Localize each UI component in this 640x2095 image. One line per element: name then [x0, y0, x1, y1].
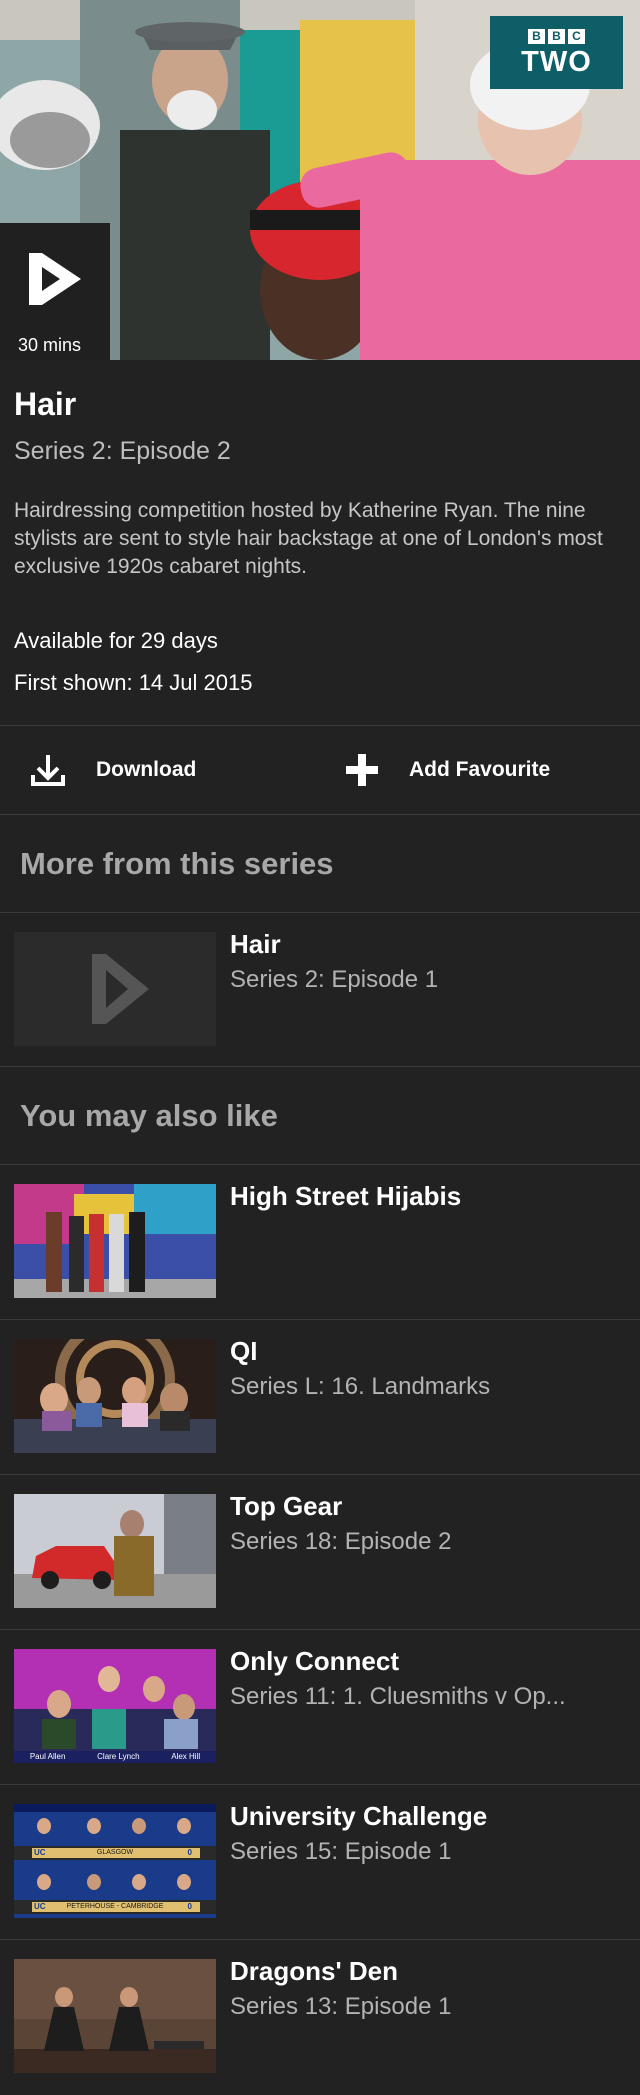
- team-score: 0: [187, 1902, 192, 1911]
- programme-thumbnail: UC GLASGOW 0 UC PETERHOUSE - CAMBRIDGE 0: [14, 1804, 216, 1918]
- list-item[interactable]: UC GLASGOW 0 UC PETERHOUSE - CAMBRIDGE 0…: [0, 1785, 640, 1940]
- episode-title: Hair: [14, 386, 77, 422]
- item-title: University Challenge: [230, 1801, 488, 1831]
- section-heading-more-from-series: More from this series: [0, 815, 640, 913]
- item-title: QI: [230, 1336, 258, 1366]
- item-title: Top Gear: [230, 1491, 343, 1521]
- programme-thumbnail: [14, 1339, 216, 1453]
- list-item[interactable]: QI Series L: 16. Landmarks: [0, 1320, 640, 1475]
- channel-name: TWO: [521, 46, 592, 78]
- episode-details: Hair Series 2: Episode 2 Hairdressing co…: [0, 360, 640, 726]
- item-title: Dragons' Den: [230, 1956, 398, 1986]
- hero-image[interactable]: B B C TWO 30 mins: [0, 0, 640, 360]
- duration-label: 30 mins: [18, 335, 82, 355]
- section-heading-you-may-also-like: You may also like: [0, 1067, 640, 1165]
- item-title: High Street Hijabis: [230, 1181, 462, 1211]
- list-item[interactable]: Dragons' Den Series 13: Episode 1: [0, 1940, 640, 2095]
- team-score: 0: [187, 1848, 192, 1857]
- episode-subtitle: Series 2: Episode 2: [14, 437, 231, 465]
- item-subtitle: Series 18: Episode 2: [230, 1528, 452, 1555]
- availability-text: Available for 29 days: [14, 628, 218, 653]
- download-icon: [31, 755, 65, 786]
- first-shown-text: First shown: 14 Jul 2015: [14, 670, 253, 695]
- item-title: Only Connect: [230, 1646, 400, 1676]
- iplayer-play-icon: [29, 253, 81, 305]
- channel-logo-bbc-two: B B C TWO: [490, 16, 623, 89]
- item-subtitle: Series 15: Episode 1: [230, 1838, 452, 1865]
- contestant-name: Clare Lynch: [97, 1752, 140, 1761]
- episode-thumbnail-placeholder: [14, 932, 216, 1046]
- iplayer-placeholder-icon: [92, 954, 149, 1024]
- team-name: GLASGOW: [96, 1849, 134, 1856]
- list-item[interactable]: High Street Hijabis: [0, 1165, 640, 1320]
- bbc-logo: B B C: [528, 29, 585, 44]
- programme-thumbnail: [14, 1494, 216, 1608]
- item-subtitle: Series 2: Episode 1: [230, 966, 439, 993]
- list-item[interactable]: Hair Series 2: Episode 1: [0, 913, 640, 1067]
- item-title: Hair: [230, 929, 281, 959]
- plus-icon: [346, 754, 378, 786]
- item-subtitle: Series 11: 1. Cluesmiths v Op...: [230, 1683, 566, 1710]
- download-label: Download: [96, 758, 197, 781]
- bbc-block: B: [548, 29, 565, 44]
- action-bar: Download Add Favourite: [0, 726, 640, 815]
- add-favourite-button[interactable]: Add Favourite: [320, 726, 640, 814]
- bbc-block: C: [568, 29, 585, 44]
- contestant-name: Paul Allen: [29, 1752, 66, 1761]
- download-button[interactable]: Download: [0, 726, 320, 814]
- list-item[interactable]: Top Gear Series 18: Episode 2: [0, 1475, 640, 1630]
- item-subtitle: Series L: 16. Landmarks: [230, 1373, 491, 1400]
- contestant-name: Alex Hill: [171, 1752, 201, 1761]
- programme-thumbnail: [14, 1184, 216, 1298]
- add-favourite-label: Add Favourite: [409, 758, 551, 781]
- programme-thumbnail: [14, 1959, 216, 2073]
- bbc-block: B: [528, 29, 545, 44]
- item-subtitle: Series 13: Episode 1: [230, 1993, 452, 2020]
- episode-description: Hairdressing competition hosted by Kathe…: [14, 499, 603, 578]
- play-button[interactable]: 30 mins: [0, 223, 110, 360]
- programme-thumbnail: Paul Allen Clare Lynch Alex Hill: [14, 1649, 216, 1763]
- team-name: PETERHOUSE - CAMBRIDGE: [66, 1903, 164, 1910]
- list-item[interactable]: Paul Allen Clare Lynch Alex Hill Only Co…: [0, 1630, 640, 1785]
